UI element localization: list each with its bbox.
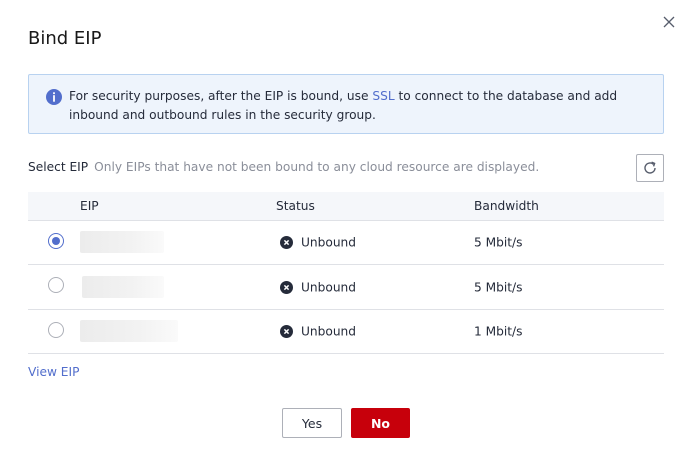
- eip-radio[interactable]: [48, 321, 64, 338]
- eip-radio[interactable]: [48, 277, 64, 294]
- status-text: Unbound: [301, 324, 357, 339]
- unbound-status-icon: [280, 325, 293, 338]
- table-row[interactable]: Unbound 5 Mbit/s: [28, 220, 664, 265]
- yes-button[interactable]: Yes: [282, 408, 342, 438]
- masked-eip-address: [82, 275, 164, 298]
- no-button[interactable]: No: [351, 408, 410, 438]
- close-icon[interactable]: [661, 14, 677, 30]
- notice-text: For security purposes, after the EIP is …: [69, 87, 653, 125]
- unbound-status-icon: [280, 236, 293, 249]
- table-row[interactable]: Unbound 1 Mbit/s: [28, 309, 664, 354]
- refresh-icon: [644, 161, 656, 174]
- select-eip-row: Select EIP Only EIPs that have not been b…: [28, 160, 539, 174]
- header-eip: EIP: [80, 192, 276, 221]
- header-select: [28, 192, 80, 221]
- masked-eip-address: [80, 231, 164, 254]
- ssl-link[interactable]: SSL: [372, 89, 394, 103]
- status-text: Unbound: [301, 280, 357, 294]
- eip-radio-selected[interactable]: [48, 232, 64, 249]
- bandwidth-text: 1 Mbit/s: [474, 324, 523, 339]
- eip-table: EIP Status Bandwidth Unbound 5 Mbit/s Un…: [28, 192, 664, 354]
- unbound-status-icon: [280, 280, 293, 294]
- header-bandwidth: Bandwidth: [474, 192, 664, 221]
- bandwidth-text: 5 Mbit/s: [474, 235, 523, 250]
- header-status: Status: [276, 192, 474, 221]
- notice-text-before: For security purposes, after the EIP is …: [69, 89, 373, 103]
- select-eip-label: Select EIP: [28, 160, 89, 174]
- bind-eip-dialog: Bind EIP For security purposes, after th…: [0, 0, 691, 462]
- dialog-title: Bind EIP: [28, 28, 102, 49]
- table-header-row: EIP Status Bandwidth: [28, 192, 664, 221]
- table-row[interactable]: Unbound 5 Mbit/s: [28, 264, 664, 310]
- refresh-button[interactable]: [636, 154, 664, 182]
- bandwidth-text: 5 Mbit/s: [474, 280, 523, 294]
- security-notice: For security purposes, after the EIP is …: [28, 74, 664, 134]
- info-icon: [46, 89, 62, 105]
- view-eip-link[interactable]: View EIP: [28, 365, 79, 379]
- status-text: Unbound: [301, 235, 357, 250]
- masked-eip-address: [80, 320, 178, 343]
- select-eip-hint: Only EIPs that have not been bound to an…: [94, 160, 540, 174]
